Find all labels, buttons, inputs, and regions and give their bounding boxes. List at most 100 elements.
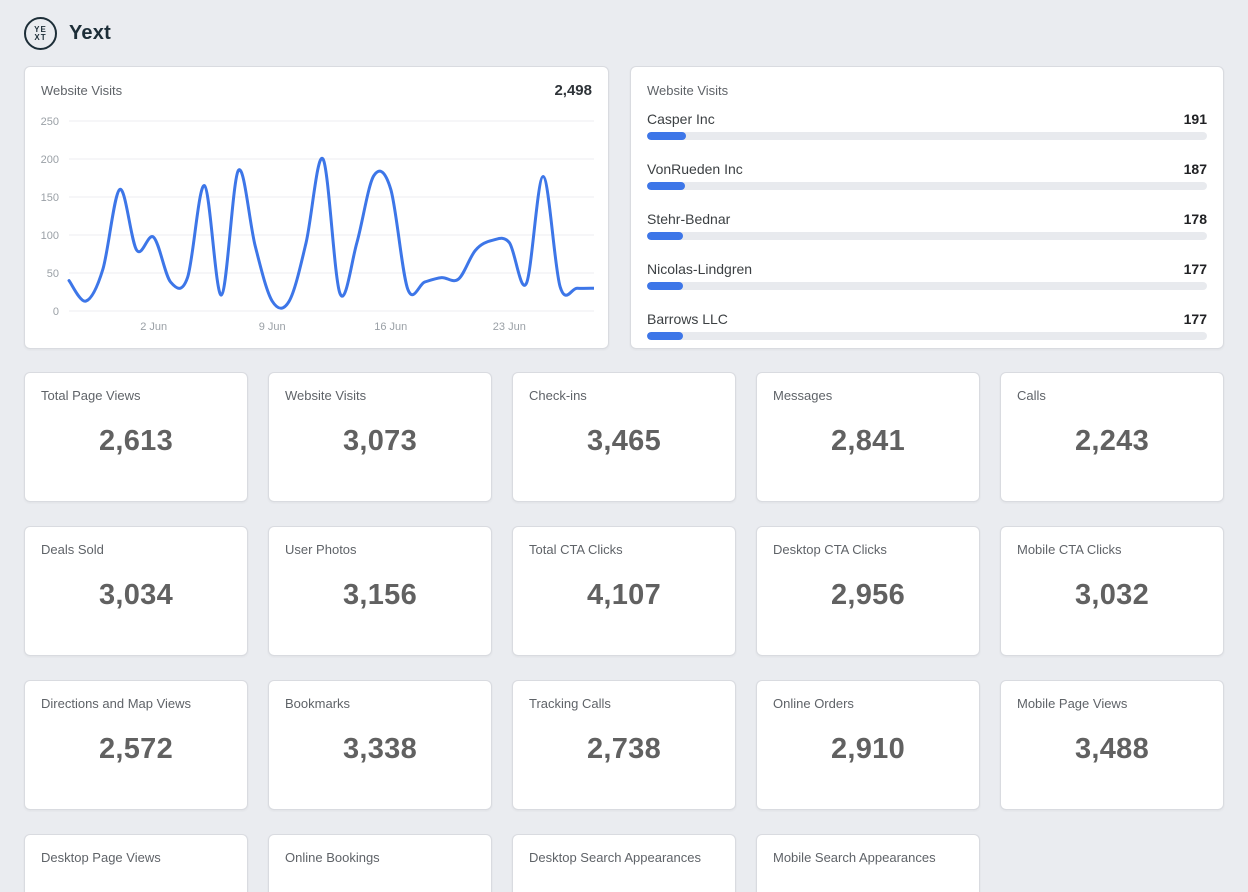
- entity-name: Casper Inc: [647, 111, 715, 127]
- entity-bar-track: [647, 132, 1207, 140]
- entity-bar-fill: [647, 132, 686, 140]
- entity-list-item: Casper Inc 191: [647, 110, 1207, 140]
- metric-card: Total CTA Clicks 4,107: [512, 526, 736, 656]
- y-tick-label: 200: [41, 154, 59, 166]
- entity-visits-card: Website Visits Casper Inc 191 VonRueden …: [630, 66, 1224, 349]
- metric-card: Total Page Views 2,613: [24, 372, 248, 502]
- metric-card: Desktop CTA Clicks 2,956: [756, 526, 980, 656]
- chart-header: Website Visits 2,498: [41, 81, 592, 99]
- metric-label: Calls: [1017, 388, 1207, 403]
- metric-label: Check-ins: [529, 388, 719, 403]
- metric-value: 2,613: [41, 425, 231, 458]
- entity-list-item: Stehr-Bednar 178: [647, 210, 1207, 240]
- visits-line-series: [69, 158, 594, 308]
- x-tick-label: 2 Jun: [140, 321, 167, 333]
- metric-card: Deals Sold 3,034: [24, 526, 248, 656]
- metric-label: Online Bookings: [285, 850, 475, 865]
- entity-bar-track: [647, 332, 1207, 340]
- metric-value: 3,338: [285, 733, 475, 766]
- entity-value: 187: [1184, 161, 1207, 177]
- metric-card: Check-ins 3,465: [512, 372, 736, 502]
- entity-name-row: Casper Inc 191: [647, 110, 1207, 127]
- metric-card: Mobile Page Views 3,488: [1000, 680, 1224, 810]
- y-tick-label: 150: [41, 192, 59, 204]
- entity-name: VonRueden Inc: [647, 161, 743, 177]
- metric-label: Total Page Views: [41, 388, 231, 403]
- entity-name: Barrows LLC: [647, 311, 728, 327]
- metric-label: Website Visits: [285, 388, 475, 403]
- entity-bar-fill: [647, 332, 683, 340]
- x-tick-label: 16 Jun: [374, 321, 407, 333]
- entity-value: 178: [1184, 211, 1207, 227]
- metric-value: 2,572: [41, 733, 231, 766]
- metric-value: 2,243: [1017, 425, 1207, 458]
- dashboard-page: YE XT Yext Website Visits 2,498 0 50 100 15…: [0, 0, 1248, 892]
- yext-logo-icon: YE XT: [24, 17, 57, 50]
- metric-card: Desktop Search Appearances: [512, 834, 736, 892]
- metric-card: Mobile CTA Clicks 3,032: [1000, 526, 1224, 656]
- metric-value: 3,465: [529, 425, 719, 458]
- entity-bar-track: [647, 282, 1207, 290]
- metric-value: 2,738: [529, 733, 719, 766]
- metric-label: User Photos: [285, 542, 475, 557]
- website-visits-chart-card: Website Visits 2,498 0 50 100 150 200 250 2 Ju…: [24, 66, 609, 349]
- metric-card: Online Orders 2,910: [756, 680, 980, 810]
- chart-title: Website Visits: [41, 83, 122, 98]
- entity-list-item: VonRueden Inc 187: [647, 160, 1207, 190]
- metric-value: 2,910: [773, 733, 963, 766]
- x-tick-label: 9 Jun: [259, 321, 286, 333]
- x-tick-label: 23 Jun: [493, 321, 526, 333]
- top-row: Website Visits 2,498 0 50 100 150 200 250 2 Ju…: [24, 66, 1224, 349]
- metric-label: Desktop Search Appearances: [529, 850, 719, 865]
- entity-value: 191: [1184, 111, 1207, 127]
- metric-value: 3,488: [1017, 733, 1207, 766]
- metric-value: 3,032: [1017, 579, 1207, 612]
- metric-value: 4,107: [529, 579, 719, 612]
- metric-value: 2,841: [773, 425, 963, 458]
- metric-card: Desktop Page Views: [24, 834, 248, 892]
- metric-card: Messages 2,841: [756, 372, 980, 502]
- entity-name-row: Nicolas-Lindgren 177: [647, 260, 1207, 277]
- metric-value: 2,956: [773, 579, 963, 612]
- metric-value: 3,034: [41, 579, 231, 612]
- metric-label: Mobile CTA Clicks: [1017, 542, 1207, 557]
- metric-card: Website Visits 3,073: [268, 372, 492, 502]
- metric-label: Deals Sold: [41, 542, 231, 557]
- entity-value: 177: [1184, 311, 1207, 327]
- entity-list: Casper Inc 191 VonRueden Inc 187 Stehr-B…: [647, 110, 1207, 340]
- visits-line-chart[interactable]: 0 50 100 150 200 250 2 Jun 9 Jun 16 Jun 23 Jun: [41, 99, 594, 337]
- metric-value: 3,156: [285, 579, 475, 612]
- chart-total-value: 2,498: [554, 82, 592, 99]
- y-tick-label: 50: [47, 268, 59, 280]
- y-tick-label: 250: [41, 116, 59, 128]
- entity-value: 177: [1184, 261, 1207, 277]
- entity-name: Stehr-Bednar: [647, 211, 730, 227]
- brand-title: Yext: [69, 22, 111, 45]
- metric-label: Online Orders: [773, 696, 963, 711]
- metric-label: Messages: [773, 388, 963, 403]
- y-tick-label: 0: [53, 306, 59, 318]
- page-header: YE XT Yext: [24, 0, 1224, 50]
- metric-card: User Photos 3,156: [268, 526, 492, 656]
- metric-value: 3,073: [285, 425, 475, 458]
- entity-bar-fill: [647, 282, 683, 290]
- metric-card: Directions and Map Views 2,572: [24, 680, 248, 810]
- metric-label: Total CTA Clicks: [529, 542, 719, 557]
- metric-card: Tracking Calls 2,738: [512, 680, 736, 810]
- entity-list-item: Nicolas-Lindgren 177: [647, 260, 1207, 290]
- metric-label: Mobile Page Views: [1017, 696, 1207, 711]
- metric-card: Mobile Search Appearances: [756, 834, 980, 892]
- entity-bar-track: [647, 232, 1207, 240]
- metrics-grid: Total Page Views 2,613 Website Visits 3,…: [24, 372, 1224, 892]
- metric-label: Tracking Calls: [529, 696, 719, 711]
- metric-label: Desktop CTA Clicks: [773, 542, 963, 557]
- metric-card: Online Bookings: [268, 834, 492, 892]
- entity-bar-track: [647, 182, 1207, 190]
- y-tick-label: 100: [41, 230, 59, 242]
- entity-list-item: Barrows LLC 177: [647, 310, 1207, 340]
- entity-name-row: Barrows LLC 177: [647, 310, 1207, 327]
- metric-card: Bookmarks 3,338: [268, 680, 492, 810]
- metric-card: Calls 2,243: [1000, 372, 1224, 502]
- entity-name-row: Stehr-Bednar 178: [647, 210, 1207, 227]
- entity-bar-fill: [647, 232, 683, 240]
